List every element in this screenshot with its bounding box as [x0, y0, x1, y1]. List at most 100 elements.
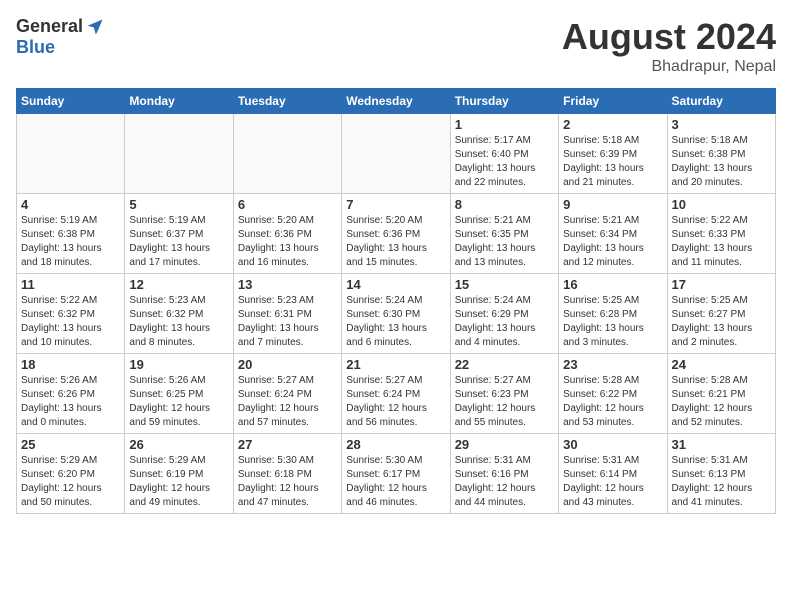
day-number: 24: [672, 357, 771, 372]
day-info: Sunrise: 5:27 AM Sunset: 6:24 PM Dayligh…: [346, 374, 445, 430]
weekday-header-monday: Monday: [125, 89, 233, 114]
calendar-cell: 1 Sunrise: 5:17 AM Sunset: 6:40 PM Daylig…: [450, 114, 558, 194]
day-info: Sunrise: 5:31 AM Sunset: 6:14 PM Dayligh…: [563, 454, 662, 510]
weekday-header-sunday: Sunday: [17, 89, 125, 114]
day-number: 16: [563, 277, 662, 292]
week-row-5: 25 Sunrise: 5:29 AM Sunset: 6:20 PM Dayli…: [17, 434, 776, 514]
weekday-header-thursday: Thursday: [450, 89, 558, 114]
calendar-cell: 8Sunrise: 5:21 AM Sunset: 6:35 PM Daylig…: [450, 194, 558, 274]
day-info: Sunrise: 5:29 AM Sunset: 6:19 PM Dayligh…: [129, 454, 228, 510]
day-number: 23: [563, 357, 662, 372]
day-info: Sunrise: 5:20 AM Sunset: 6:36 PM Dayligh…: [346, 214, 445, 270]
logo-blue-text: Blue: [16, 37, 55, 57]
day-info: Sunrise: 5:24 AM Sunset: 6:30 PM Dayligh…: [346, 294, 445, 350]
day-number: 18: [21, 357, 120, 372]
day-number: 17: [672, 277, 771, 292]
day-info: Sunrise: 5:23 AM Sunset: 6:32 PM Dayligh…: [129, 294, 228, 350]
day-number: 13: [238, 277, 337, 292]
day-number: 4: [21, 197, 120, 212]
day-number: 14: [346, 277, 445, 292]
calendar-cell: 30 Sunrise: 5:31 AM Sunset: 6:14 PM Dayli…: [559, 434, 667, 514]
calendar-cell: 14 Sunrise: 5:24 AM Sunset: 6:30 PM Dayli…: [342, 274, 450, 354]
day-number: 31: [672, 437, 771, 452]
month-year-title: August 2024: [562, 16, 776, 58]
calendar-cell: 28 Sunrise: 5:30 AM Sunset: 6:17 PM Dayli…: [342, 434, 450, 514]
day-info: Sunrise: 5:18 AM Sunset: 6:39 PM Dayligh…: [563, 134, 662, 190]
calendar-cell: 27Sunrise: 5:30 AM Sunset: 6:18 PM Dayli…: [233, 434, 341, 514]
day-number: 6: [238, 197, 337, 212]
calendar-cell: 23 Sunrise: 5:28 AM Sunset: 6:22 PM Dayli…: [559, 354, 667, 434]
calendar-cell: 24 Sunrise: 5:28 AM Sunset: 6:21 PM Dayli…: [667, 354, 775, 434]
calendar-cell: 16 Sunrise: 5:25 AM Sunset: 6:28 PM Dayli…: [559, 274, 667, 354]
calendar-cell: 13 Sunrise: 5:23 AM Sunset: 6:31 PM Dayli…: [233, 274, 341, 354]
calendar-cell: 29 Sunrise: 5:31 AM Sunset: 6:16 PM Dayli…: [450, 434, 558, 514]
day-number: 9: [563, 197, 662, 212]
weekday-header-wednesday: Wednesday: [342, 89, 450, 114]
week-row-2: 4 Sunrise: 5:19 AM Sunset: 6:38 PM Daylig…: [17, 194, 776, 274]
weekday-header-tuesday: Tuesday: [233, 89, 341, 114]
day-info: Sunrise: 5:25 AM Sunset: 6:28 PM Dayligh…: [563, 294, 662, 350]
day-number: 10: [672, 197, 771, 212]
day-info: Sunrise: 5:28 AM Sunset: 6:21 PM Dayligh…: [672, 374, 771, 430]
title-block: August 2024 Bhadrapur, Nepal: [562, 16, 776, 76]
day-info: Sunrise: 5:23 AM Sunset: 6:31 PM Dayligh…: [238, 294, 337, 350]
calendar-cell: 22 Sunrise: 5:27 AM Sunset: 6:23 PM Dayli…: [450, 354, 558, 434]
calendar-cell: 31 Sunrise: 5:31 AM Sunset: 6:13 PM Dayli…: [667, 434, 775, 514]
day-info: Sunrise: 5:22 AM Sunset: 6:33 PM Dayligh…: [672, 214, 771, 270]
day-info: Sunrise: 5:26 AM Sunset: 6:26 PM Dayligh…: [21, 374, 120, 430]
location-subtitle: Bhadrapur, Nepal: [562, 58, 776, 76]
day-number: 28: [346, 437, 445, 452]
calendar-cell: 3 Sunrise: 5:18 AM Sunset: 6:38 PM Daylig…: [667, 114, 775, 194]
day-info: Sunrise: 5:20 AM Sunset: 6:36 PM Dayligh…: [238, 214, 337, 270]
day-info: Sunrise: 5:31 AM Sunset: 6:16 PM Dayligh…: [455, 454, 554, 510]
calendar-cell: 2 Sunrise: 5:18 AM Sunset: 6:39 PM Daylig…: [559, 114, 667, 194]
calendar-cell: 15Sunrise: 5:24 AM Sunset: 6:29 PM Dayli…: [450, 274, 558, 354]
day-info: Sunrise: 5:27 AM Sunset: 6:23 PM Dayligh…: [455, 374, 554, 430]
day-number: 8: [455, 197, 554, 212]
day-info: Sunrise: 5:22 AM Sunset: 6:32 PM Dayligh…: [21, 294, 120, 350]
week-row-3: 11 Sunrise: 5:22 AM Sunset: 6:32 PM Dayli…: [17, 274, 776, 354]
calendar-cell: 25 Sunrise: 5:29 AM Sunset: 6:20 PM Dayli…: [17, 434, 125, 514]
day-number: 5: [129, 197, 228, 212]
calendar-cell: [342, 114, 450, 194]
day-number: 1: [455, 117, 554, 132]
calendar-cell: 9 Sunrise: 5:21 AM Sunset: 6:34 PM Daylig…: [559, 194, 667, 274]
day-info: Sunrise: 5:19 AM Sunset: 6:37 PM Dayligh…: [129, 214, 228, 270]
day-number: 11: [21, 277, 120, 292]
calendar-cell: 20 Sunrise: 5:27 AM Sunset: 6:24 PM Dayli…: [233, 354, 341, 434]
day-number: 29: [455, 437, 554, 452]
day-info: Sunrise: 5:31 AM Sunset: 6:13 PM Dayligh…: [672, 454, 771, 510]
day-number: 30: [563, 437, 662, 452]
day-number: 22: [455, 357, 554, 372]
day-number: 7: [346, 197, 445, 212]
calendar-cell: 19 Sunrise: 5:26 AM Sunset: 6:25 PM Dayli…: [125, 354, 233, 434]
logo: General Blue: [16, 16, 105, 58]
day-info: Sunrise: 5:27 AM Sunset: 6:24 PM Dayligh…: [238, 374, 337, 430]
day-number: 19: [129, 357, 228, 372]
calendar-cell: [233, 114, 341, 194]
weekday-header-saturday: Saturday: [667, 89, 775, 114]
day-number: 21: [346, 357, 445, 372]
day-info: Sunrise: 5:18 AM Sunset: 6:38 PM Dayligh…: [672, 134, 771, 190]
calendar-cell: 6 Sunrise: 5:20 AM Sunset: 6:36 PM Daylig…: [233, 194, 341, 274]
day-info: Sunrise: 5:30 AM Sunset: 6:17 PM Dayligh…: [346, 454, 445, 510]
page-header: General Blue August 2024 Bhadrapur, Nepa…: [16, 16, 776, 76]
calendar-cell: 18 Sunrise: 5:26 AM Sunset: 6:26 PM Dayli…: [17, 354, 125, 434]
day-info: Sunrise: 5:28 AM Sunset: 6:22 PM Dayligh…: [563, 374, 662, 430]
day-info: Sunrise: 5:25 AM Sunset: 6:27 PM Dayligh…: [672, 294, 771, 350]
day-info: Sunrise: 5:19 AM Sunset: 6:38 PM Dayligh…: [21, 214, 120, 270]
day-number: 20: [238, 357, 337, 372]
day-number: 12: [129, 277, 228, 292]
calendar-cell: [17, 114, 125, 194]
day-info: Sunrise: 5:26 AM Sunset: 6:25 PM Dayligh…: [129, 374, 228, 430]
day-number: 25: [21, 437, 120, 452]
day-info: Sunrise: 5:17 AM Sunset: 6:40 PM Dayligh…: [455, 134, 554, 190]
day-number: 3: [672, 117, 771, 132]
calendar-cell: 12 Sunrise: 5:23 AM Sunset: 6:32 PM Dayli…: [125, 274, 233, 354]
logo-bird-icon: [85, 17, 105, 37]
day-info: Sunrise: 5:21 AM Sunset: 6:34 PM Dayligh…: [563, 214, 662, 270]
day-info: Sunrise: 5:29 AM Sunset: 6:20 PM Dayligh…: [21, 454, 120, 510]
day-number: 2: [563, 117, 662, 132]
calendar-cell: 26Sunrise: 5:29 AM Sunset: 6:19 PM Dayli…: [125, 434, 233, 514]
week-row-1: 1 Sunrise: 5:17 AM Sunset: 6:40 PM Daylig…: [17, 114, 776, 194]
